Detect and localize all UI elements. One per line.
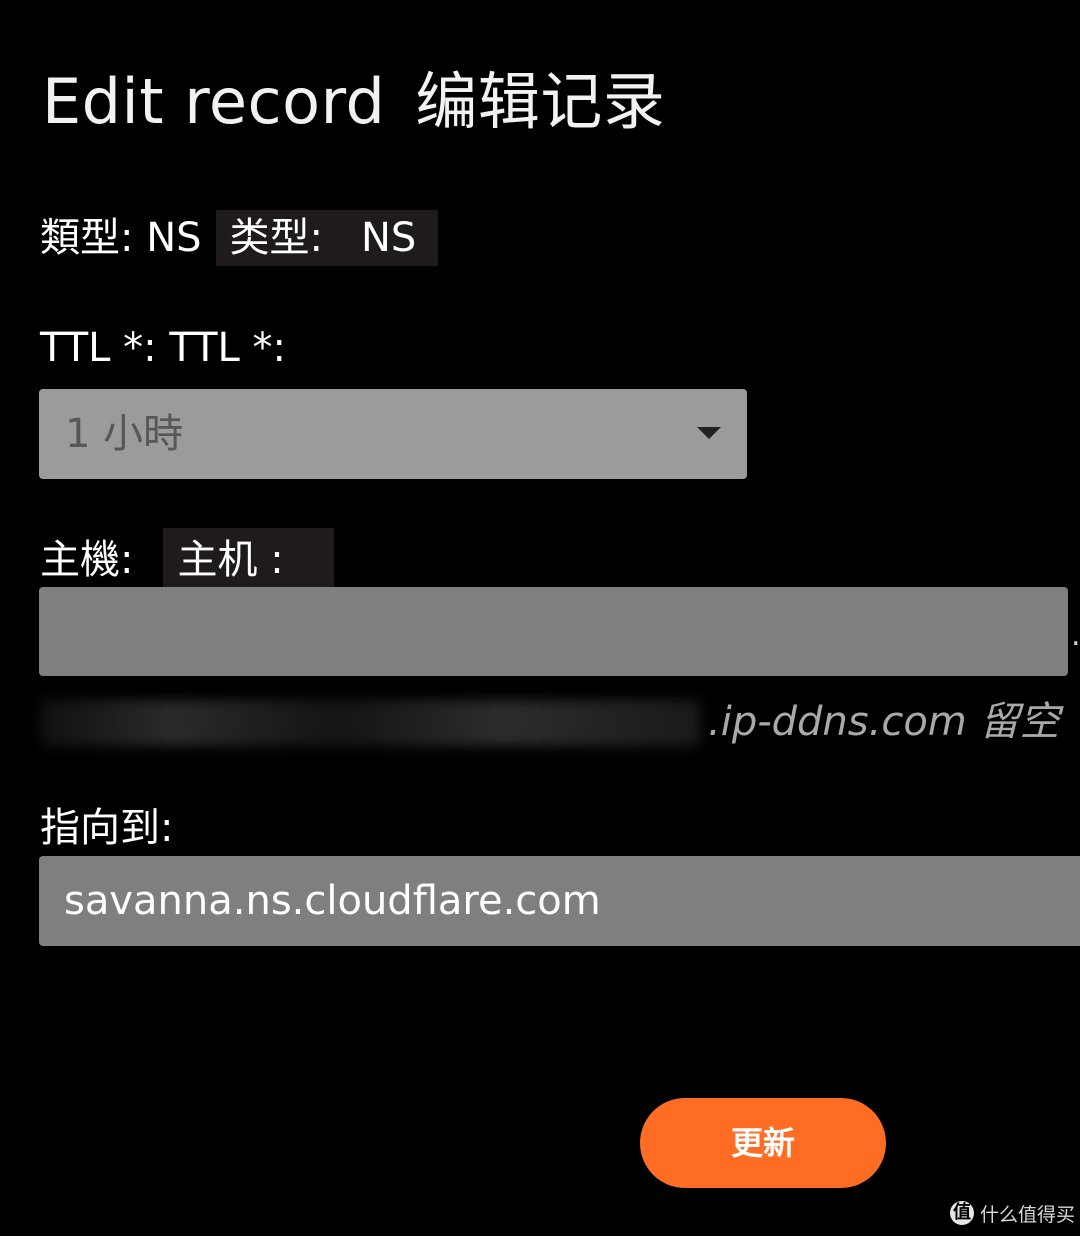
host-field-row: 主機: 主机 : xyxy=(40,528,334,592)
type-translation-chip: 类型: NS xyxy=(215,210,439,266)
target-label: 指向到: xyxy=(40,805,174,851)
redacted-hint-region xyxy=(40,700,700,746)
chevron-down-icon xyxy=(697,427,721,439)
title-english: Edit record xyxy=(42,65,386,138)
host-input[interactable] xyxy=(39,587,1068,676)
ttl-field-row: TTL *: TTL *: xyxy=(40,320,286,376)
host-translation-chip: 主机 : xyxy=(163,528,334,592)
host-hint: .ip-ddns.com 留空 xyxy=(40,692,1080,752)
ttl-select[interactable]: 1 小時 xyxy=(39,389,747,479)
type-translation-label: 类型: xyxy=(229,215,323,261)
title-chinese: 编辑记录 xyxy=(415,65,666,138)
host-label: 主機: xyxy=(40,537,134,583)
ttl-translation: TTL *: xyxy=(169,325,286,371)
watermark-logo-icon: 值 xyxy=(950,1201,974,1225)
ttl-label: TTL *: xyxy=(40,325,157,371)
host-suffix-dot: . xyxy=(1071,618,1080,653)
dialog-title: Edit record 编辑记录 xyxy=(42,62,665,142)
watermark-text: 什么值得买 xyxy=(980,1203,1076,1226)
type-field-row: 類型: NS 类型: NS xyxy=(40,210,439,266)
target-input[interactable]: savanna.ns.cloudflare.com xyxy=(39,856,1080,946)
ttl-selected-value: 1 小時 xyxy=(65,411,184,457)
target-field-row: 指向到: xyxy=(40,800,173,856)
type-label: 類型: NS xyxy=(40,215,202,261)
host-hint-text: .ip-ddns.com 留空 xyxy=(708,699,1060,745)
target-input-value: savanna.ns.cloudflare.com xyxy=(64,878,601,924)
update-button[interactable]: 更新 xyxy=(640,1098,886,1188)
watermark: 值 什么值得买 xyxy=(950,1198,1075,1228)
type-translation-value: NS xyxy=(361,215,417,261)
host-translation: 主机 : xyxy=(177,537,284,583)
